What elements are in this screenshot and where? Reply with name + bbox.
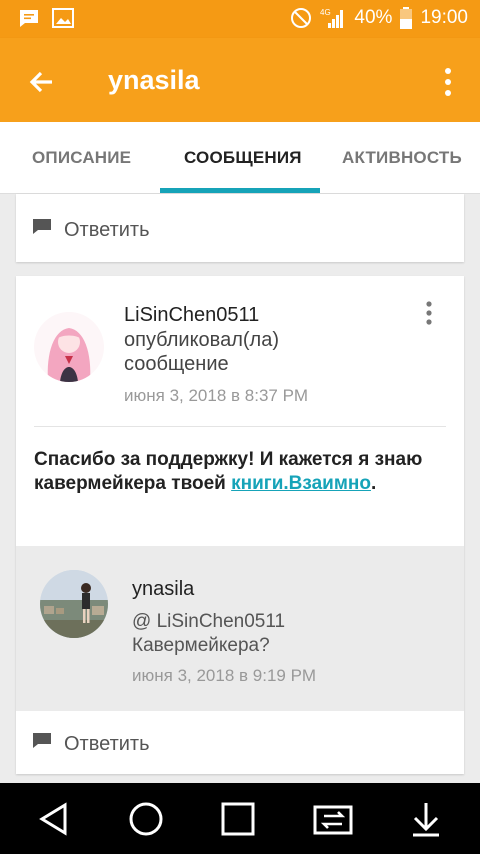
post-author[interactable]: LiSinChen0511: [124, 304, 259, 327]
reply-label: Ответить: [64, 732, 150, 755]
comment-author[interactable]: ynasila: [132, 578, 194, 601]
nav-recents-icon[interactable]: [218, 799, 258, 839]
message-card: LiSinChen0511 опубликовал(ла) сообщение …: [16, 276, 464, 774]
nav-switch-app-icon[interactable]: [312, 799, 353, 839]
divider: [34, 426, 446, 427]
do-not-disturb-icon: [290, 7, 312, 29]
avatar[interactable]: [34, 312, 104, 382]
comment-item: ynasila @ LiSinChen0511 Кавермейкера? ию…: [16, 546, 464, 711]
nav-download-icon[interactable]: [406, 799, 446, 839]
battery-percent: 40%: [354, 7, 393, 28]
comment-icon: [32, 218, 52, 242]
post-more-icon[interactable]: [424, 300, 434, 328]
app-bar: ynasila: [0, 38, 480, 122]
comment-icon: [32, 732, 52, 756]
svg-text:4G: 4G: [320, 8, 331, 17]
page-title: ynasila: [108, 65, 200, 95]
more-options-icon[interactable]: [436, 62, 460, 102]
nav-home-icon[interactable]: [126, 799, 166, 839]
reply-label: Ответить: [64, 218, 150, 241]
reply-button[interactable]: Ответить: [32, 732, 150, 756]
post-timestamp: июня 3, 2018 в 8:37 PM: [124, 386, 309, 405]
message-card: Ответить: [16, 194, 464, 262]
status-bar: 4G 40% 19:00: [0, 0, 480, 38]
tab-description[interactable]: ОПИСАНИЕ: [32, 148, 131, 168]
nav-back-icon[interactable]: [34, 799, 74, 839]
message-notification-icon: [18, 8, 40, 28]
comment-text: @ LiSinChen0511 Кавермейкера?: [132, 610, 432, 658]
back-arrow-icon[interactable]: [22, 62, 62, 102]
image-notification-icon: [52, 8, 74, 28]
post-body-link[interactable]: книги.Взаимно: [231, 473, 371, 494]
tab-messages[interactable]: СООБЩЕНИЯ: [184, 148, 302, 168]
signal-4g-icon: 4G: [320, 7, 346, 29]
comment-timestamp: июня 3, 2018 в 9:19 PM: [132, 666, 317, 685]
system-navigation-bar: [0, 783, 480, 854]
comment-mention[interactable]: @ LiSinChen0511: [132, 610, 432, 634]
post-action-text: опубликовал(ла) сообщение: [124, 329, 279, 375]
battery-icon: [400, 7, 413, 29]
clock: 19:00: [420, 7, 468, 28]
reply-button[interactable]: Ответить: [32, 218, 150, 242]
active-tab-indicator: [160, 188, 320, 193]
tab-bar: ОПИСАНИЕ СООБЩЕНИЯ АКТИВНОСТЬ: [0, 122, 480, 194]
tab-activity[interactable]: АКТИВНОСТЬ: [342, 148, 462, 168]
post-body: Спасибо за поддержку! И кажется я знаю к…: [34, 449, 423, 494]
avatar[interactable]: [40, 570, 108, 638]
